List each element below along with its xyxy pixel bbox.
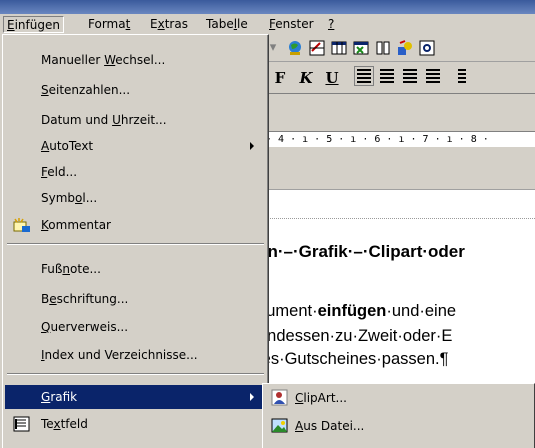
ruler-area: · 4 · ı · 5 · ı · 6 · ı · 7 · ı · 8 · xyxy=(262,94,535,190)
formatting-toolbar: F K U xyxy=(262,62,535,94)
menu-item-symbol[interactable]: Symbol... xyxy=(5,186,266,210)
submenu-arrow-icon xyxy=(250,142,254,150)
menu-item-beschriftung[interactable]: Beschriftung... xyxy=(5,287,266,311)
underline-button[interactable]: U xyxy=(322,68,342,88)
title-bar xyxy=(0,0,535,14)
picture-from-file-icon xyxy=(271,417,289,435)
menu-bar: Einfügen Format Extras Tabelle Fenster ? xyxy=(0,14,535,34)
web-globe-icon[interactable] xyxy=(286,39,304,57)
menu-item-seitenzahlen[interactable]: Seitenzahlen... xyxy=(5,78,266,102)
menu-item-datum-uhrzeit[interactable]: Datum und Uhrzeit... xyxy=(5,108,266,132)
numbering-button[interactable] xyxy=(458,69,466,83)
comment-icon xyxy=(13,217,31,233)
dotted-guide-line xyxy=(262,218,535,219)
justify-button[interactable] xyxy=(426,69,440,83)
menu-item-index-verzeichnisse[interactable]: Index und Verzeichnisse... xyxy=(5,343,266,367)
clipart-icon xyxy=(271,389,289,407)
menu-item-grafik[interactable]: Grafik xyxy=(5,385,266,409)
menu-item-manueller-wechsel[interactable]: Manueller Wechsel... xyxy=(5,48,266,72)
columns-icon[interactable] xyxy=(374,39,392,57)
menu-separator xyxy=(7,243,264,245)
drawing-icon[interactable] xyxy=(396,39,414,57)
menu-item-fussnote[interactable]: Fußnote... xyxy=(5,257,266,281)
insert-excel-icon[interactable] xyxy=(352,39,370,57)
menu-item-textfeld[interactable]: Textfeld xyxy=(5,412,266,436)
menu-item-querverweis[interactable]: Querverweis... xyxy=(5,315,266,339)
align-left-button[interactable] xyxy=(354,66,374,86)
einfuegen-dropdown-menu: Manueller Wechsel... Seitenzahlen... Dat… xyxy=(2,34,269,448)
horizontal-ruler[interactable]: · 4 · ı · 5 · ı · 6 · ı · 7 · ı · 8 · xyxy=(266,131,535,147)
submenu-arrow-icon xyxy=(250,393,254,401)
bold-button[interactable]: F xyxy=(270,68,290,88)
grafik-submenu: ClipArt... Aus Datei... xyxy=(262,383,535,448)
document-line-2: endessen·zu·Zweit·oder·E xyxy=(262,327,453,345)
menu-tabelle[interactable]: Tabelle xyxy=(203,16,251,33)
standard-toolbar: ▾ xyxy=(262,34,535,62)
textbox-icon xyxy=(13,416,31,432)
table-draw-icon[interactable] xyxy=(308,39,326,57)
menu-extras[interactable]: Extras xyxy=(147,16,191,33)
menu-separator xyxy=(7,373,264,375)
menu-einfuegen[interactable]: Einfügen xyxy=(3,16,64,33)
menu-item-feld[interactable]: Feld... xyxy=(5,160,266,184)
align-center-button[interactable] xyxy=(380,69,394,83)
menu-format[interactable]: Format xyxy=(85,16,133,33)
menu-item-autotext[interactable]: AutoText xyxy=(5,134,266,158)
document-map-icon[interactable] xyxy=(418,39,436,57)
submenu-item-clipart[interactable]: ClipArt... xyxy=(265,386,533,410)
align-right-button[interactable] xyxy=(403,69,417,83)
menu-item-kommentar[interactable]: Kommentar xyxy=(5,213,266,237)
italic-button[interactable]: K xyxy=(296,68,316,88)
document-heading: en·–·Grafik·–·Clipart·oder xyxy=(262,242,465,261)
menu-help[interactable]: ? xyxy=(325,16,337,33)
document-line-1: kument·einfügen·und·eine xyxy=(262,302,457,320)
menu-fenster[interactable]: Fenster xyxy=(266,16,317,33)
insert-table-icon[interactable] xyxy=(330,39,348,57)
submenu-item-aus-datei[interactable]: Aus Datei... xyxy=(265,414,533,438)
document-line-3: les·Gutscheines·passen.¶ xyxy=(262,350,449,368)
